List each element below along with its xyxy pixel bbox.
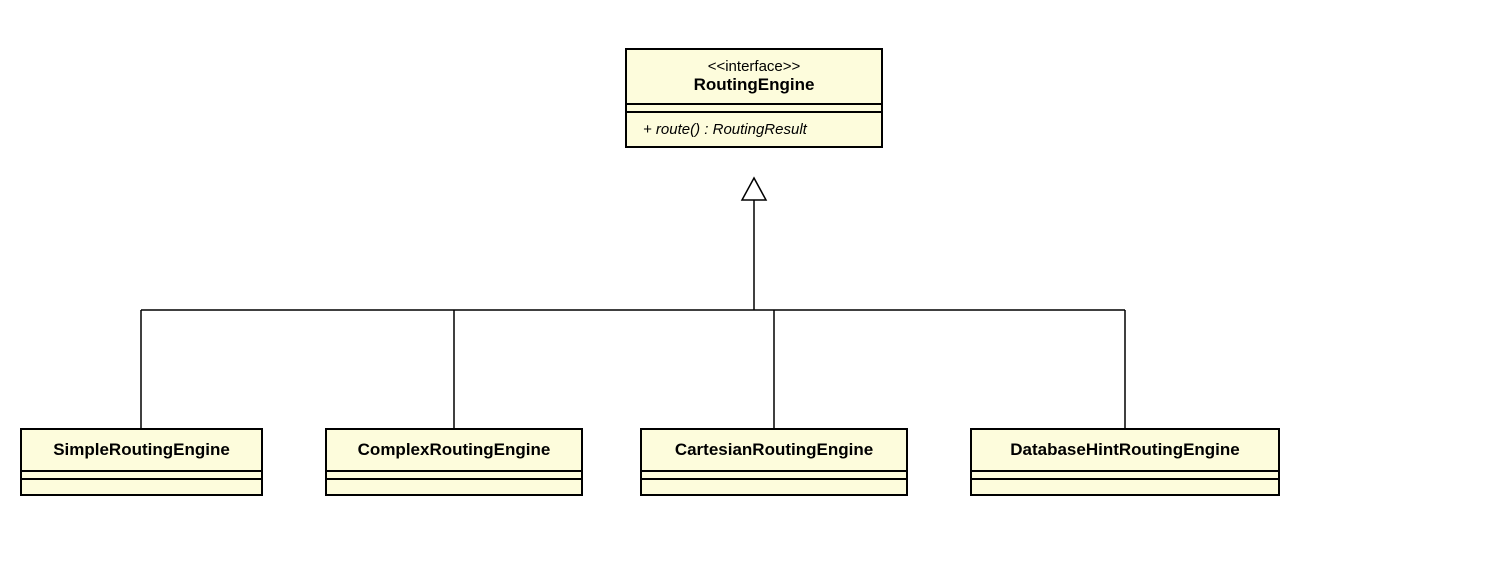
class-attrs-section	[972, 472, 1278, 480]
class-attrs-section	[22, 472, 261, 480]
class-header: CartesianRoutingEngine	[642, 430, 906, 472]
class-complex-routing-engine: ComplexRoutingEngine	[325, 428, 583, 496]
class-simple-routing-engine: SimpleRoutingEngine	[20, 428, 263, 496]
stereotype-label: <<interface>>	[643, 58, 865, 75]
interface-attrs-section	[627, 105, 881, 113]
class-name-dbhint: DatabaseHintRoutingEngine	[990, 440, 1260, 460]
class-cartesian-routing-engine: CartesianRoutingEngine	[640, 428, 908, 496]
interface-operation: + route() : RoutingResult	[627, 113, 881, 146]
generalization-arrowhead-icon	[742, 178, 766, 200]
interface-header: <<interface>> RoutingEngine	[627, 50, 881, 105]
class-header: SimpleRoutingEngine	[22, 430, 261, 472]
class-attrs-section	[642, 472, 906, 480]
class-ops-section	[972, 480, 1278, 494]
class-name-simple: SimpleRoutingEngine	[40, 440, 243, 460]
class-ops-section	[327, 480, 581, 494]
class-database-hint-routing-engine: DatabaseHintRoutingEngine	[970, 428, 1280, 496]
class-name-cartesian: CartesianRoutingEngine	[660, 440, 888, 460]
interface-routing-engine: <<interface>> RoutingEngine + route() : …	[625, 48, 883, 148]
class-ops-section	[22, 480, 261, 494]
class-header: DatabaseHintRoutingEngine	[972, 430, 1278, 472]
interface-name: RoutingEngine	[643, 75, 865, 95]
class-ops-section	[642, 480, 906, 494]
class-name-complex: ComplexRoutingEngine	[345, 440, 563, 460]
class-header: ComplexRoutingEngine	[327, 430, 581, 472]
class-attrs-section	[327, 472, 581, 480]
